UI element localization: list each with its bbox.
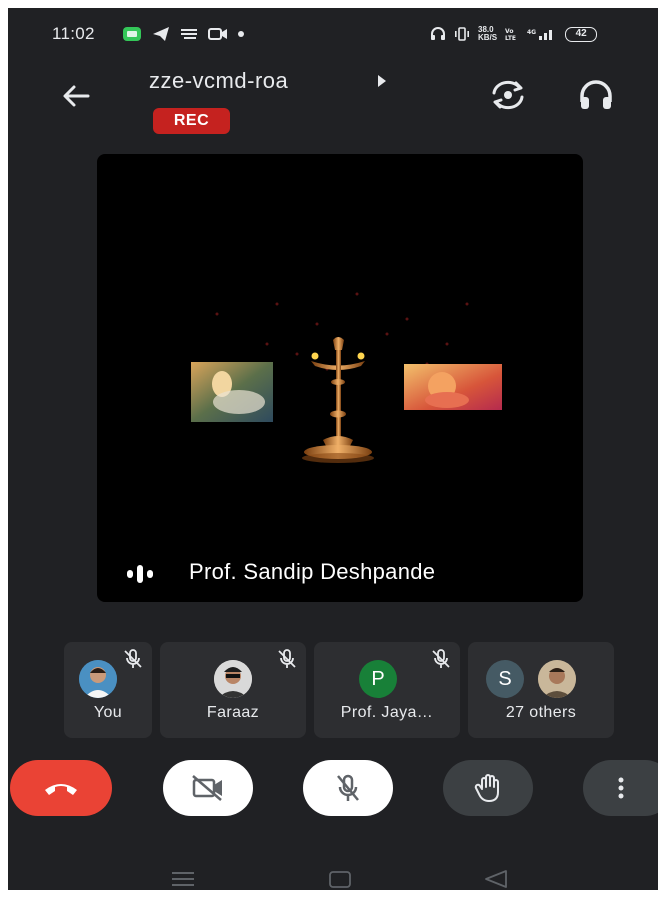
volte-icon: VoLTE — [505, 28, 516, 41]
raise-hand-icon — [474, 774, 499, 802]
net-speed: 38.0 KB/S — [478, 26, 497, 42]
avatar-letter: P — [371, 667, 385, 690]
end-call-button[interactable] — [10, 760, 112, 816]
avatar — [538, 660, 576, 698]
mic-toggle-button[interactable] — [303, 760, 393, 816]
system-icons: 38.0 KB/S Vo LTE 4G 42 — [430, 25, 598, 43]
back-triangle-icon[interactable] — [485, 870, 507, 888]
avatar-letter: S — [498, 667, 512, 690]
battery-level: 42 — [575, 28, 587, 39]
video-record-icon — [208, 28, 227, 40]
net-speed-unit: KB/S — [478, 33, 498, 42]
shared-video-content — [191, 292, 502, 463]
more-vert-icon — [618, 777, 624, 799]
avatar: P — [359, 660, 397, 698]
message-icon — [181, 29, 197, 39]
participant-name: Prof. Jaya… — [340, 704, 434, 721]
meet-call-screen: 11:02 38.0 KB/S Vo LTE 4G 42 zze-vcmd-roa… — [8, 8, 658, 890]
svg-text:LTE: LTE — [505, 35, 516, 41]
expand-arrow-icon[interactable] — [376, 74, 388, 88]
participant-tile-prof-jaya[interactable]: P Prof. Jaya… — [314, 642, 460, 738]
status-bar: 11:02 38.0 KB/S Vo LTE 4G 42 — [8, 8, 658, 58]
status-time: 11:02 — [52, 24, 95, 43]
participant-name: You — [93, 704, 123, 721]
meeting-code[interactable]: zze-vcmd-roa — [149, 68, 288, 94]
avatar: S — [486, 660, 524, 698]
home-icon[interactable] — [329, 871, 351, 888]
recording-badge: REC — [153, 108, 230, 134]
main-video-tile[interactable]: Prof. Sandip Deshpande — [97, 154, 583, 602]
end-call-icon — [45, 784, 77, 795]
notification-icons — [122, 26, 244, 42]
raise-hand-button[interactable] — [443, 760, 533, 816]
vibrate-icon — [455, 27, 469, 41]
participant-name: 27 others — [505, 704, 577, 721]
more-options-button[interactable] — [583, 760, 658, 816]
signal-4g-icon: 4G — [527, 29, 553, 40]
battery-icon: 42 — [565, 26, 598, 42]
system-nav-bar — [172, 870, 507, 888]
svg-text:4G: 4G — [527, 29, 536, 36]
headphones-audio-icon[interactable] — [576, 78, 616, 112]
camera-off-icon — [192, 775, 222, 801]
participant-name: Faraaz — [206, 704, 260, 721]
speaker-name: Prof. Sandip Deshpande — [189, 559, 436, 584]
recents-icon[interactable] — [172, 872, 194, 886]
switch-camera-icon[interactable] — [488, 78, 528, 112]
dot-icon — [238, 31, 244, 37]
participant-tile-you[interactable]: You — [64, 642, 152, 738]
avatar — [214, 660, 252, 698]
speaker-label-bar: Prof. Sandip Deshpande — [97, 546, 583, 602]
mic-off-icon — [124, 649, 142, 668]
headphones-icon — [431, 27, 445, 40]
participant-tile-faraaz[interactable]: Faraaz — [160, 642, 306, 738]
app-notification-icon — [123, 27, 141, 41]
back-arrow-icon[interactable] — [58, 78, 94, 114]
camera-toggle-button[interactable] — [163, 760, 253, 816]
svg-text:Vo: Vo — [505, 28, 513, 35]
speaking-indicator-icon — [127, 565, 153, 583]
participant-tile-others[interactable]: S 27 others — [468, 642, 614, 738]
mic-off-icon — [278, 649, 296, 668]
avatar — [79, 660, 117, 698]
mic-off-icon — [337, 774, 359, 801]
mic-off-icon — [432, 649, 450, 668]
telegram-icon — [153, 27, 169, 41]
